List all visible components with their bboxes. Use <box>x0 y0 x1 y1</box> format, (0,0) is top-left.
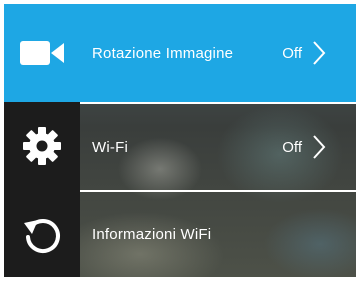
menu-item-value: Off <box>282 138 302 156</box>
sidebar-item-video[interactable] <box>4 4 80 102</box>
video-camera-icon <box>20 41 64 65</box>
camera-settings-screen: Rotazione Immagine Off Wi-Fi Off Informa… <box>4 4 356 277</box>
menu-item-wifi-info[interactable]: Informazioni WiFi <box>80 192 356 277</box>
menu-item-label: Wi-Fi <box>92 138 128 156</box>
chevron-right-icon <box>313 135 326 159</box>
menu-item-value: Off <box>282 44 302 62</box>
sidebar-item-settings[interactable] <box>4 102 80 190</box>
settings-menu: Rotazione Immagine Off Wi-Fi Off Informa… <box>80 4 356 277</box>
gear-icon <box>23 127 61 165</box>
menu-item-label: Rotazione Immagine <box>92 44 234 62</box>
menu-item-image-rotation[interactable]: Rotazione Immagine Off <box>80 4 356 102</box>
menu-item-wifi[interactable]: Wi-Fi Off <box>80 104 356 190</box>
sidebar-item-back[interactable] <box>4 190 80 277</box>
chevron-right-icon <box>313 41 326 65</box>
back-arrow-icon <box>24 218 60 253</box>
menu-item-label: Informazioni WiFi <box>92 226 212 243</box>
sidebar <box>4 4 80 277</box>
